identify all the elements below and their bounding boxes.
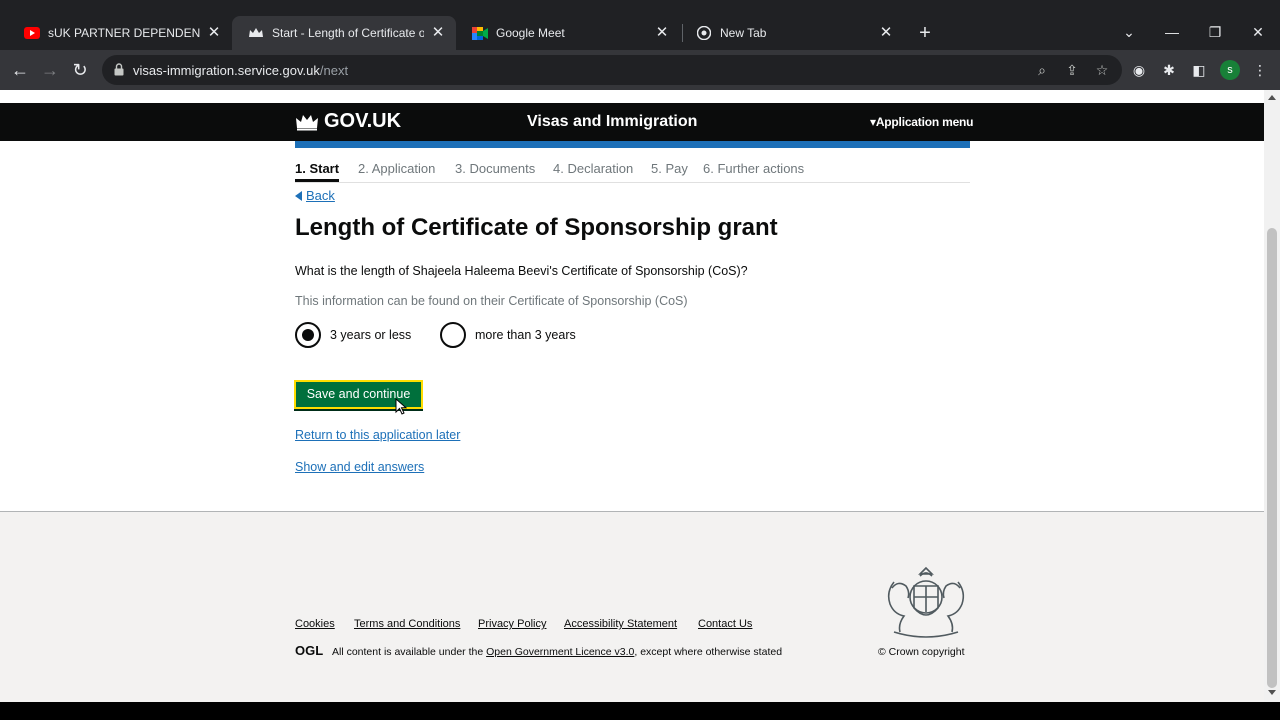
tab-google-meet[interactable]: Google Meet ✕ (456, 16, 680, 50)
back-triangle-icon (295, 191, 302, 201)
step-start: 1. Start (295, 161, 340, 182)
govuk-logo-text: GOV.UK (324, 110, 402, 132)
forward-arrow-icon[interactable]: → (40, 60, 60, 80)
tab-title: Google Meet (496, 26, 565, 40)
tab-title: Start - Length of Certificate of Sp (272, 26, 424, 40)
radio-more-than-3-years[interactable]: more than 3 years (440, 322, 576, 348)
new-tab-plus-icon[interactable]: + (914, 22, 936, 44)
zoom-icon[interactable]: ⌕ (1034, 62, 1050, 78)
crown-icon (248, 25, 264, 41)
page-title: Length of Certificate of Sponsorship gra… (295, 214, 778, 241)
back-link[interactable]: Back (295, 188, 335, 203)
footer-link-accessibility[interactable]: Accessibility Statement (564, 618, 677, 630)
google-meet-icon (472, 25, 488, 41)
radio-button-unselected[interactable] (440, 322, 466, 348)
scroll-up-arrow-icon[interactable] (1268, 95, 1276, 100)
licence-text: All content is available under the Open … (332, 646, 782, 658)
restore-icon[interactable]: ❐ (1205, 22, 1225, 42)
side-panel-icon[interactable]: ◧ (1191, 62, 1207, 78)
youtube-icon (24, 25, 40, 41)
progress-steps: 1. Start 2. Application 3. Documents 4. … (295, 160, 970, 183)
reload-icon[interactable]: ↻ (70, 60, 90, 80)
govuk-logo[interactable]: GOV.UK (295, 110, 401, 133)
step-documents: 3. Documents (455, 161, 536, 176)
extensions-puzzle-icon[interactable]: ✱ (1161, 62, 1177, 78)
footer-link-contact[interactable]: Contact Us (698, 618, 752, 630)
radio-label[interactable]: 3 years or less (330, 328, 411, 342)
url-host: visas-immigration.service.gov.uk (133, 63, 320, 78)
close-tab-icon[interactable]: ✕ (206, 25, 222, 41)
tab-search-chevron-icon[interactable]: ⌄ (1119, 22, 1139, 42)
url-text: visas-immigration.service.gov.uk/next (133, 63, 348, 78)
scroll-down-arrow-icon[interactable] (1268, 690, 1276, 695)
close-tab-icon[interactable]: ✕ (878, 25, 894, 41)
step-declaration: 4. Declaration (553, 161, 634, 176)
screen-bottom-edge (0, 702, 1280, 720)
bookmark-star-icon[interactable]: ☆ (1094, 62, 1110, 78)
licence-suffix: , except where otherwise stated (634, 646, 783, 658)
crown-icon (296, 114, 318, 130)
header-blue-bar (295, 141, 970, 148)
tab-start-length-of-certificate[interactable]: Start - Length of Certificate of Sp ✕ (232, 16, 456, 50)
tab-youtube[interactable]: sUK PARTNER DEPENDENT VISA ✕ (8, 16, 232, 50)
footer-link-privacy[interactable]: Privacy Policy (478, 618, 546, 630)
step-pay: 5. Pay (651, 161, 688, 176)
page-scrollbar[interactable] (1264, 90, 1280, 702)
royal-coat-of-arms-icon (887, 566, 965, 638)
mouse-cursor-icon (395, 398, 407, 415)
footer: Cookies Terms and Conditions Privacy Pol… (0, 511, 1264, 702)
govuk-header: GOV.UK Visas and Immigration ▾Applicatio… (0, 103, 1264, 141)
url-path: /next (319, 63, 349, 78)
close-tab-icon[interactable]: ✕ (430, 25, 446, 41)
minimize-icon[interactable]: — (1162, 22, 1182, 42)
page-viewport: GOV.UK Visas and Immigration ▾Applicatio… (0, 90, 1264, 702)
browser-tab-strip: sUK PARTNER DEPENDENT VISA ✕ Start - Len… (0, 0, 1280, 50)
extension-icon[interactable]: ◉ (1131, 62, 1147, 78)
crown-copyright: © Crown copyright (878, 646, 965, 658)
return-later-link[interactable]: Return to this application later (295, 428, 460, 442)
chrome-icon (696, 25, 712, 41)
back-arrow-icon[interactable]: ← (10, 60, 30, 80)
footer-link-terms[interactable]: Terms and Conditions (354, 618, 460, 630)
service-name[interactable]: Visas and Immigration (527, 113, 697, 131)
hint-text: This information can be found on their C… (295, 294, 688, 308)
close-window-icon[interactable]: ✕ (1248, 22, 1268, 42)
step-further-actions: 6. Further actions (703, 161, 805, 176)
profile-avatar[interactable]: s (1220, 60, 1240, 80)
open-government-licence-link[interactable]: Open Government Licence v3.0 (486, 646, 634, 658)
lock-icon (114, 63, 124, 81)
back-link-label: Back (306, 188, 335, 203)
licence-prefix: All content is available under the (332, 646, 484, 658)
radio-button-selected[interactable] (295, 322, 321, 348)
tab-new-tab[interactable]: New Tab ✕ (680, 16, 904, 50)
radio-3-years-or-less[interactable]: 3 years or less (295, 322, 411, 348)
ogl-logo-text: OGL (295, 643, 323, 657)
tab-title: New Tab (720, 26, 767, 40)
scrollbar-thumb[interactable] (1267, 228, 1277, 688)
close-tab-icon[interactable]: ✕ (654, 25, 670, 41)
step-application: 2. Application (358, 161, 436, 176)
share-icon[interactable]: ⇪ (1064, 62, 1080, 78)
tab-title: sUK PARTNER DEPENDENT VISA (48, 26, 200, 40)
show-edit-answers-link[interactable]: Show and edit answers (295, 460, 424, 474)
application-menu-toggle[interactable]: ▾Application menu (870, 115, 974, 129)
application-menu-label: Application menu (875, 115, 974, 129)
question-text: What is the length of Shajeela Haleema B… (295, 264, 748, 278)
radio-label[interactable]: more than 3 years (475, 328, 576, 342)
address-bar[interactable]: visas-immigration.service.gov.uk/next ⌕ … (102, 55, 1122, 85)
footer-link-cookies[interactable]: Cookies (295, 618, 335, 630)
more-menu-icon[interactable]: ⋮ (1252, 62, 1268, 78)
ogl-logo-icon: OGL (295, 643, 323, 657)
browser-toolbar: ← → ↻ visas-immigration.service.gov.uk/n… (0, 50, 1280, 90)
